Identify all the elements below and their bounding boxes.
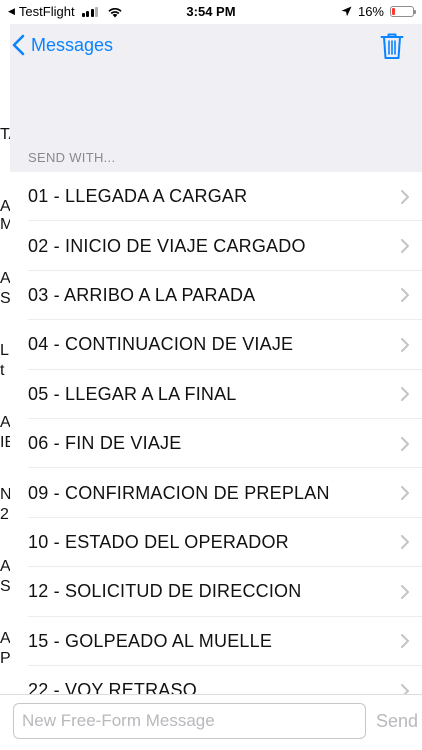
list-item[interactable]: 04 - CONTINUACION DE VIAJE <box>10 320 422 370</box>
status-right: 16% <box>341 4 416 19</box>
chevron-right-icon <box>401 436 409 451</box>
list-item[interactable]: 10 - ESTADO DEL OPERADOR <box>10 518 422 568</box>
back-label: Messages <box>31 34 114 55</box>
list-item[interactable]: 03 - ARRIBO A LA PARADA <box>10 271 422 321</box>
trash-icon <box>380 33 404 59</box>
chevron-right-icon <box>401 189 409 204</box>
option-list: 01 - LLEGADA A CARGAR 02 - INICIO DE VIAJ… <box>10 172 422 694</box>
battery-icon <box>390 6 416 17</box>
background-text: 2 <box>0 506 9 523</box>
background-text: L <box>0 342 9 359</box>
chevron-right-icon <box>401 535 409 550</box>
send-button[interactable]: Send <box>376 711 418 732</box>
list-item-label: 01 - LLEGADA A CARGAR <box>28 186 248 207</box>
background-text: t <box>0 362 5 379</box>
list-item[interactable]: 01 - LLEGADA A CARGAR <box>10 172 422 222</box>
list-item-label: 10 - ESTADO DEL OPERADOR <box>28 531 289 552</box>
chevron-right-icon <box>401 288 409 303</box>
list-item-label: 03 - ARRIBO A LA PARADA <box>28 284 256 305</box>
chevron-right-icon <box>401 337 409 352</box>
nav-bar: Messages <box>10 24 422 72</box>
status-bar: ◀ TestFlight 3:54 PM 16% <box>0 0 422 24</box>
back-button[interactable]: Messages <box>12 34 113 56</box>
list-item-label: 15 - GOLPEADO AL MUELLE <box>28 630 273 651</box>
message-input[interactable] <box>13 703 366 739</box>
list-item-label: 05 - LLEGAR A LA FINAL <box>28 383 237 404</box>
list-item[interactable]: 05 - LLEGAR A LA FINAL <box>10 370 422 420</box>
chevron-left-icon <box>12 34 25 56</box>
delete-button[interactable] <box>380 32 404 65</box>
list-item[interactable]: 02 - INICIO DE VIAJE CARGADO <box>10 221 422 272</box>
list-item-label: 22 - VOY RETRASO <box>28 680 197 694</box>
list-item[interactable]: 09 - CONFIRMACION DE PREPLAN <box>10 468 422 519</box>
list-item-label: 04 - CONTINUACION DE VIAJE <box>28 334 294 355</box>
location-arrow-icon <box>341 6 352 17</box>
chevron-right-icon <box>401 486 409 501</box>
list-item-label: 09 - CONFIRMACION DE PREPLAN <box>28 482 330 503</box>
list-item-label: 06 - FIN DE VIAJE <box>28 433 182 454</box>
chevron-right-icon <box>401 634 409 649</box>
battery-percent: 16% <box>357 4 384 19</box>
chevron-right-icon <box>401 683 409 694</box>
list-item[interactable]: 22 - VOY RETRASO <box>10 666 422 694</box>
list-item[interactable]: 15 - GOLPEADO AL MUELLE <box>10 617 422 667</box>
section-header: SEND WITH... <box>28 150 116 165</box>
chevron-right-icon <box>401 239 409 254</box>
list-item[interactable]: 06 - FIN DE VIAJE <box>10 419 422 469</box>
battery-level <box>392 8 396 15</box>
chevron-right-icon <box>401 387 409 402</box>
compose-bar: Send <box>0 694 422 750</box>
list-item-label: 02 - INICIO DE VIAJE CARGADO <box>28 235 306 256</box>
list-item-label: 12 - SOLICITUD DE DIRECCION <box>28 581 302 602</box>
chevron-right-icon <box>401 584 409 599</box>
send-with-sheet: Messages SEND WITH... 01 - LLEGADA A CAR… <box>10 24 422 694</box>
list-item[interactable]: 12 - SOLICITUD DE DIRECCION <box>10 567 422 617</box>
